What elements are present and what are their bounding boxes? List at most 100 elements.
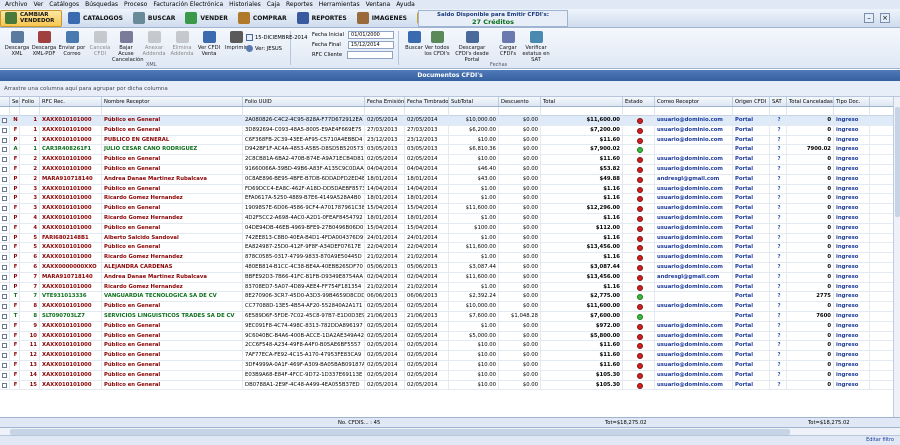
sat-query-icon[interactable]: ? [770,262,787,272]
table-row[interactable]: F 2 XAXX010101000 Público en General 9166006… [0,164,900,175]
table-row[interactable]: F 15 XAXX010101000 Público en General DB0788… [0,380,900,391]
table-row[interactable]: P 6 XAXX010101000 Ricardo Gomez Hernandez 87… [0,253,900,263]
filter-cell-1[interactable] [10,107,20,116]
row-selector[interactable] [0,125,10,135]
row-selector[interactable] [0,164,10,174]
menu-item-11[interactable]: Ayuda [396,1,415,8]
table-row[interactable]: P 5 FARI6802148B1 Alberto Salcido Sandoval 7… [0,233,900,244]
sat-query-icon[interactable]: ? [770,292,787,302]
vertical-scrollbar[interactable] [893,97,900,417]
filter-cell-13[interactable] [733,107,770,116]
menu-item-10[interactable]: Ventana [366,1,391,8]
row-selector[interactable] [0,213,10,223]
sat-query-icon[interactable]: ? [770,194,787,204]
row-selector[interactable] [0,184,10,194]
menu-item-3[interactable]: Búsquedas [85,1,118,8]
sat-query-icon[interactable]: ? [770,174,787,184]
row-selector[interactable] [0,380,10,390]
row-selector[interactable] [0,135,10,145]
edit-filter-link[interactable]: Editar filtro [866,437,894,443]
close-button[interactable]: × [880,13,890,23]
row-selector[interactable] [0,155,10,164]
menu-item-1[interactable]: Ver [33,1,43,8]
sat-query-icon[interactable]: ? [770,164,787,174]
table-row[interactable]: F 3 XAXX010101000 Público en General 19098S7… [0,204,900,214]
column-header-13[interactable]: Origen CFDI [733,97,770,106]
ribbon2-button-3[interactable]: Cargar CFDI's [494,31,522,57]
grid-filter-row[interactable] [0,107,900,116]
row-selector[interactable] [0,272,10,282]
ribbon-button-3[interactable]: Cancela CFDI [86,31,114,57]
row-selector[interactable] [0,282,10,292]
row-selector[interactable] [0,360,10,370]
row-selector[interactable] [0,233,10,243]
column-header-0[interactable] [0,97,10,106]
table-row[interactable]: F 9 XAXX010101000 Público en General 9EC091F… [0,321,900,332]
menu-item-7[interactable]: Caja [267,1,280,8]
toolbar-button-2[interactable]: BUSCAR [129,10,179,27]
sat-query-icon[interactable]: ? [770,145,787,155]
row-selector[interactable] [0,302,10,311]
minimize-button[interactable]: – [864,13,874,23]
filter-cell-4[interactable] [102,107,243,116]
column-header-5[interactable]: Folio UUID [243,97,365,106]
sat-query-icon[interactable]: ? [770,213,787,223]
column-header-3[interactable]: RFC Rec. [40,97,102,106]
sat-query-icon[interactable]: ? [770,351,787,360]
ribbon-button-5[interactable]: Anexar Addenda [140,31,168,57]
ribbon2-button-2[interactable]: Descargar CFDI's desde Portal [452,31,492,63]
row-selector[interactable] [0,262,10,272]
menu-item-4[interactable]: Proceso [124,1,147,8]
menu-item-0[interactable]: Archivo [5,1,27,8]
filter-cell-3[interactable] [40,107,102,116]
row-selector[interactable] [0,204,10,213]
column-header-15[interactable]: Total Canceladas [787,97,834,106]
column-header-10[interactable]: Total [541,97,623,106]
ribbon-button-8[interactable]: Imprimir [222,31,250,51]
filter-cell-6[interactable] [365,107,405,116]
ribbon-button-6[interactable]: Elimina Addenda [168,31,196,57]
table-row[interactable]: P 1 XAXX010101000 PUBLICO EN GENERAL C6F368F… [0,135,900,146]
filter-cell-0[interactable] [0,107,10,116]
toolbar-button-4[interactable]: COMPRAR [234,10,291,27]
table-row[interactable]: F 1 XAXX010101000 Público en General 3D89269… [0,125,900,136]
table-row[interactable]: F 2 XAXX010101000 Público en General 2C8CB81… [0,155,900,165]
table-row[interactable]: F 12 XAXX010101000 Público en General 7AF77E… [0,351,900,361]
ribbon-button-4[interactable]: Bajar Acuse Cancelación [112,31,144,63]
column-header-2[interactable]: Folio [20,97,40,106]
filter-cell-12[interactable] [655,107,733,116]
column-header-4[interactable]: Nombre Receptor [102,97,243,106]
sat-query-icon[interactable]: ? [770,360,787,370]
column-header-6[interactable]: Fecha Emisión [365,97,405,106]
ribbon-button-1[interactable]: Descarga XML-PDF [30,31,58,57]
filter-cell-14[interactable] [770,107,787,116]
sat-query-icon[interactable]: ? [770,331,787,341]
ribbon-button-7[interactable]: Ver CFDI Venta [195,31,223,57]
row-selector[interactable] [0,194,10,204]
table-row[interactable]: P 3 XAXX010101000 Público en General FD69DCC… [0,184,900,195]
fecha-final-input[interactable]: 15/12/2014 [347,41,394,49]
table-row[interactable]: F 6 XAXX0000000XXO ALEJANDRA CARDENAS 480EB8… [0,262,900,273]
sat-query-icon[interactable]: ? [770,204,787,213]
ribbon-button-0[interactable]: Descarga XML [3,31,31,57]
filter-cell-16[interactable] [834,107,870,116]
row-selector[interactable] [0,331,10,341]
filter-cell-15[interactable] [787,107,834,116]
filter-cell-7[interactable] [405,107,449,116]
row-selector[interactable] [0,321,10,331]
horizontal-scrollbar[interactable] [0,428,900,436]
column-header-1[interactable]: Serie [10,97,20,106]
sat-query-icon[interactable]: ? [770,243,787,253]
sat-query-icon[interactable]: ? [770,253,787,262]
table-row[interactable]: T 7 VTE931013336 VANGUARDIA TECNOLOGICA SA … [0,292,900,303]
filter-cell-10[interactable] [541,107,623,116]
sat-query-icon[interactable]: ? [770,272,787,282]
ribbon-button-2[interactable]: Enviar por Correo [58,31,86,57]
table-row[interactable]: P 7 XAXX010101000 Ricardo Gomez Hernandez 83… [0,282,900,293]
column-header-9[interactable]: Descuento [499,97,541,106]
row-selector[interactable] [0,223,10,233]
sat-query-icon[interactable]: ? [770,116,787,125]
sat-query-icon[interactable]: ? [770,302,787,311]
row-selector[interactable] [0,341,10,351]
table-row[interactable]: F 13 XAXX010101000 Público en General 3DF499… [0,360,900,371]
